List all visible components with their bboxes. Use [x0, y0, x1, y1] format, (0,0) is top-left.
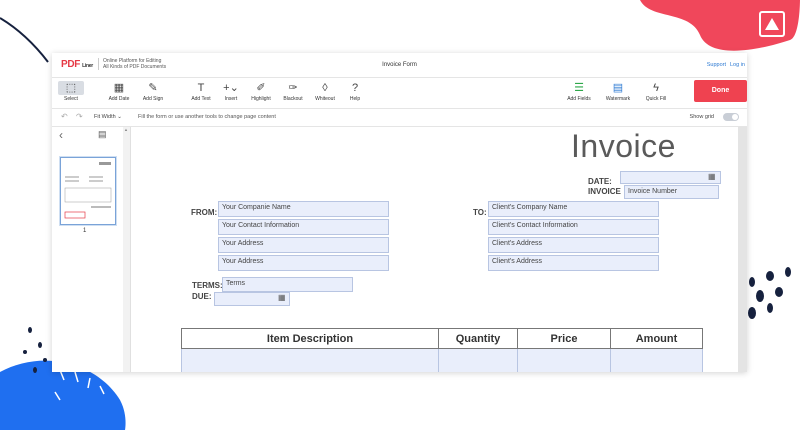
table-header-row: Item Description Quantity Price Amount	[181, 328, 703, 349]
insert-label: Insert	[224, 96, 238, 102]
column-quantity: Quantity	[438, 328, 518, 349]
show-grid-toggle[interactable]	[723, 113, 739, 121]
calendar-icon[interactable]: ▦	[708, 172, 716, 181]
invoice-number-field[interactable]: Invoice Number	[624, 185, 719, 199]
fit-width-select[interactable]: Fit Width ⌄	[94, 114, 122, 120]
invoice-title: Invoice	[571, 128, 676, 164]
pages-sidebar: ‹ ▤ 1	[52, 127, 131, 372]
fields-icon: ☰	[574, 82, 584, 94]
select-tool[interactable]: ⬚ Select	[58, 81, 84, 102]
due-calendar-icon[interactable]: ▦	[278, 293, 286, 302]
add-fields-tool[interactable]: ☰ Add Fields	[562, 81, 596, 102]
from-company-field[interactable]: Your Companie Name	[218, 201, 389, 217]
top-links: Support Log in	[703, 62, 745, 68]
watermark-label: Watermark	[605, 96, 631, 102]
add-date-tool[interactable]: ▦ Add Date	[104, 81, 134, 102]
done-button[interactable]: Done	[694, 80, 747, 102]
help-icon: ?	[351, 82, 359, 94]
column-amount: Amount	[610, 328, 703, 349]
watermark-icon: ▤	[612, 82, 624, 94]
from-label: FROM:	[191, 208, 218, 217]
sub-toolbar: ↶ ↷ Fit Width ⌄ Fill the form or use ano…	[52, 109, 747, 127]
eraser-icon: ◊	[322, 82, 328, 94]
insert-tool[interactable]: +⌄ Insert	[220, 81, 242, 102]
item-description-cell[interactable]	[181, 348, 439, 372]
cursor-icon: ⬚	[58, 81, 84, 95]
help-label: Help	[349, 96, 361, 102]
show-grid-label: Show grid	[689, 114, 714, 120]
add-text-label: Add Text	[191, 96, 211, 102]
text-icon: T	[197, 82, 205, 94]
from-contact-field[interactable]: Your Contact Information	[218, 219, 389, 235]
add-text-tool[interactable]: T Add Text	[186, 81, 216, 102]
add-sign-label: Add Sign	[142, 96, 164, 102]
to-label: TO:	[473, 208, 487, 217]
support-link[interactable]: Support	[707, 62, 726, 68]
whiteout-label: Whiteout	[315, 96, 335, 102]
login-link[interactable]: Log in	[730, 62, 745, 68]
document-page: Invoice DATE: ▦ INVOICE Invoice Number F…	[138, 127, 738, 372]
date-label: DATE:	[588, 177, 612, 186]
to-company-field[interactable]: Client's Company Name	[488, 201, 659, 217]
date-field[interactable]	[620, 171, 721, 184]
document-canvas: Invoice DATE: ▦ INVOICE Invoice Number F…	[138, 127, 747, 372]
pages-icon[interactable]: ▤	[98, 129, 107, 140]
pen-icon: ✎	[148, 82, 158, 94]
to-address-field-2[interactable]: Client's Address	[488, 255, 659, 271]
lightning-icon: ϟ	[653, 82, 659, 94]
blackout-label: Blackout	[283, 96, 303, 102]
highlighter-icon: ✐	[256, 82, 266, 94]
column-price: Price	[517, 328, 611, 349]
main-toolbar: ⬚ Select ▦ Add Date ✎ Add Sign T Add Text +⌄…	[52, 77, 747, 109]
amount-cell[interactable]	[610, 348, 703, 372]
page-number: 1	[83, 228, 87, 234]
redo-icon[interactable]: ↷	[76, 112, 83, 121]
from-address-field-2[interactable]: Your Address	[218, 255, 389, 271]
add-sign-tool[interactable]: ✎ Add Sign	[138, 81, 168, 102]
editor-window: PDF Liner Online Platform for Editing All …	[52, 53, 747, 372]
watermark-tool[interactable]: ▤ Watermark	[599, 81, 637, 102]
highlight-label: Highlight	[251, 96, 271, 102]
fit-width-label: Fit Width	[94, 114, 116, 120]
due-label: DUE:	[192, 292, 212, 301]
price-cell[interactable]	[517, 348, 611, 372]
highlight-tool[interactable]: ✐ Highlight	[246, 81, 276, 102]
quick-fill-label: Quick Fill	[645, 96, 667, 102]
quick-fill-tool[interactable]: ϟ Quick Fill	[640, 81, 672, 102]
sidebar-scrollbar[interactable]: ▲	[123, 127, 130, 372]
calendar-icon: ▦	[113, 82, 125, 94]
undo-icon[interactable]: ↶	[61, 112, 68, 121]
terms-field[interactable]: Terms	[222, 277, 353, 292]
from-address-field[interactable]: Your Address	[218, 237, 389, 253]
quantity-cell[interactable]	[438, 348, 518, 372]
add-date-label: Add Date	[108, 96, 130, 102]
to-contact-field[interactable]: Client's Contact Information	[488, 219, 659, 235]
add-fields-label: Add Fields	[567, 96, 591, 102]
hint-text: Fill the form or use another tools to ch…	[138, 114, 276, 120]
thumbnail-preview	[64, 162, 112, 219]
top-bar: PDF Liner Online Platform for Editing All …	[52, 53, 747, 78]
blackout-tool[interactable]: ✑ Blackout	[279, 81, 307, 102]
terms-label: TERMS:	[192, 281, 223, 290]
scroll-up-icon[interactable]: ▲	[124, 127, 128, 132]
page-thumbnail[interactable]	[60, 157, 116, 225]
chevron-down-icon: ⌄	[117, 114, 122, 120]
select-label: Select	[64, 96, 78, 102]
to-address-field[interactable]: Client's Address	[488, 237, 659, 253]
help-tool[interactable]: ? Help	[344, 81, 366, 102]
items-table: Item Description Quantity Price Amount	[181, 328, 703, 372]
plus-icon: +⌄	[223, 82, 239, 94]
document-title: Invoice Form	[382, 62, 417, 68]
column-item-description: Item Description	[181, 328, 439, 349]
whiteout-tool[interactable]: ◊ Whiteout	[310, 81, 340, 102]
blackout-icon: ✑	[288, 82, 298, 94]
table-row	[181, 348, 703, 372]
invoice-number-label: INVOICE	[588, 187, 621, 196]
chevron-left-icon[interactable]: ‹	[59, 128, 63, 142]
